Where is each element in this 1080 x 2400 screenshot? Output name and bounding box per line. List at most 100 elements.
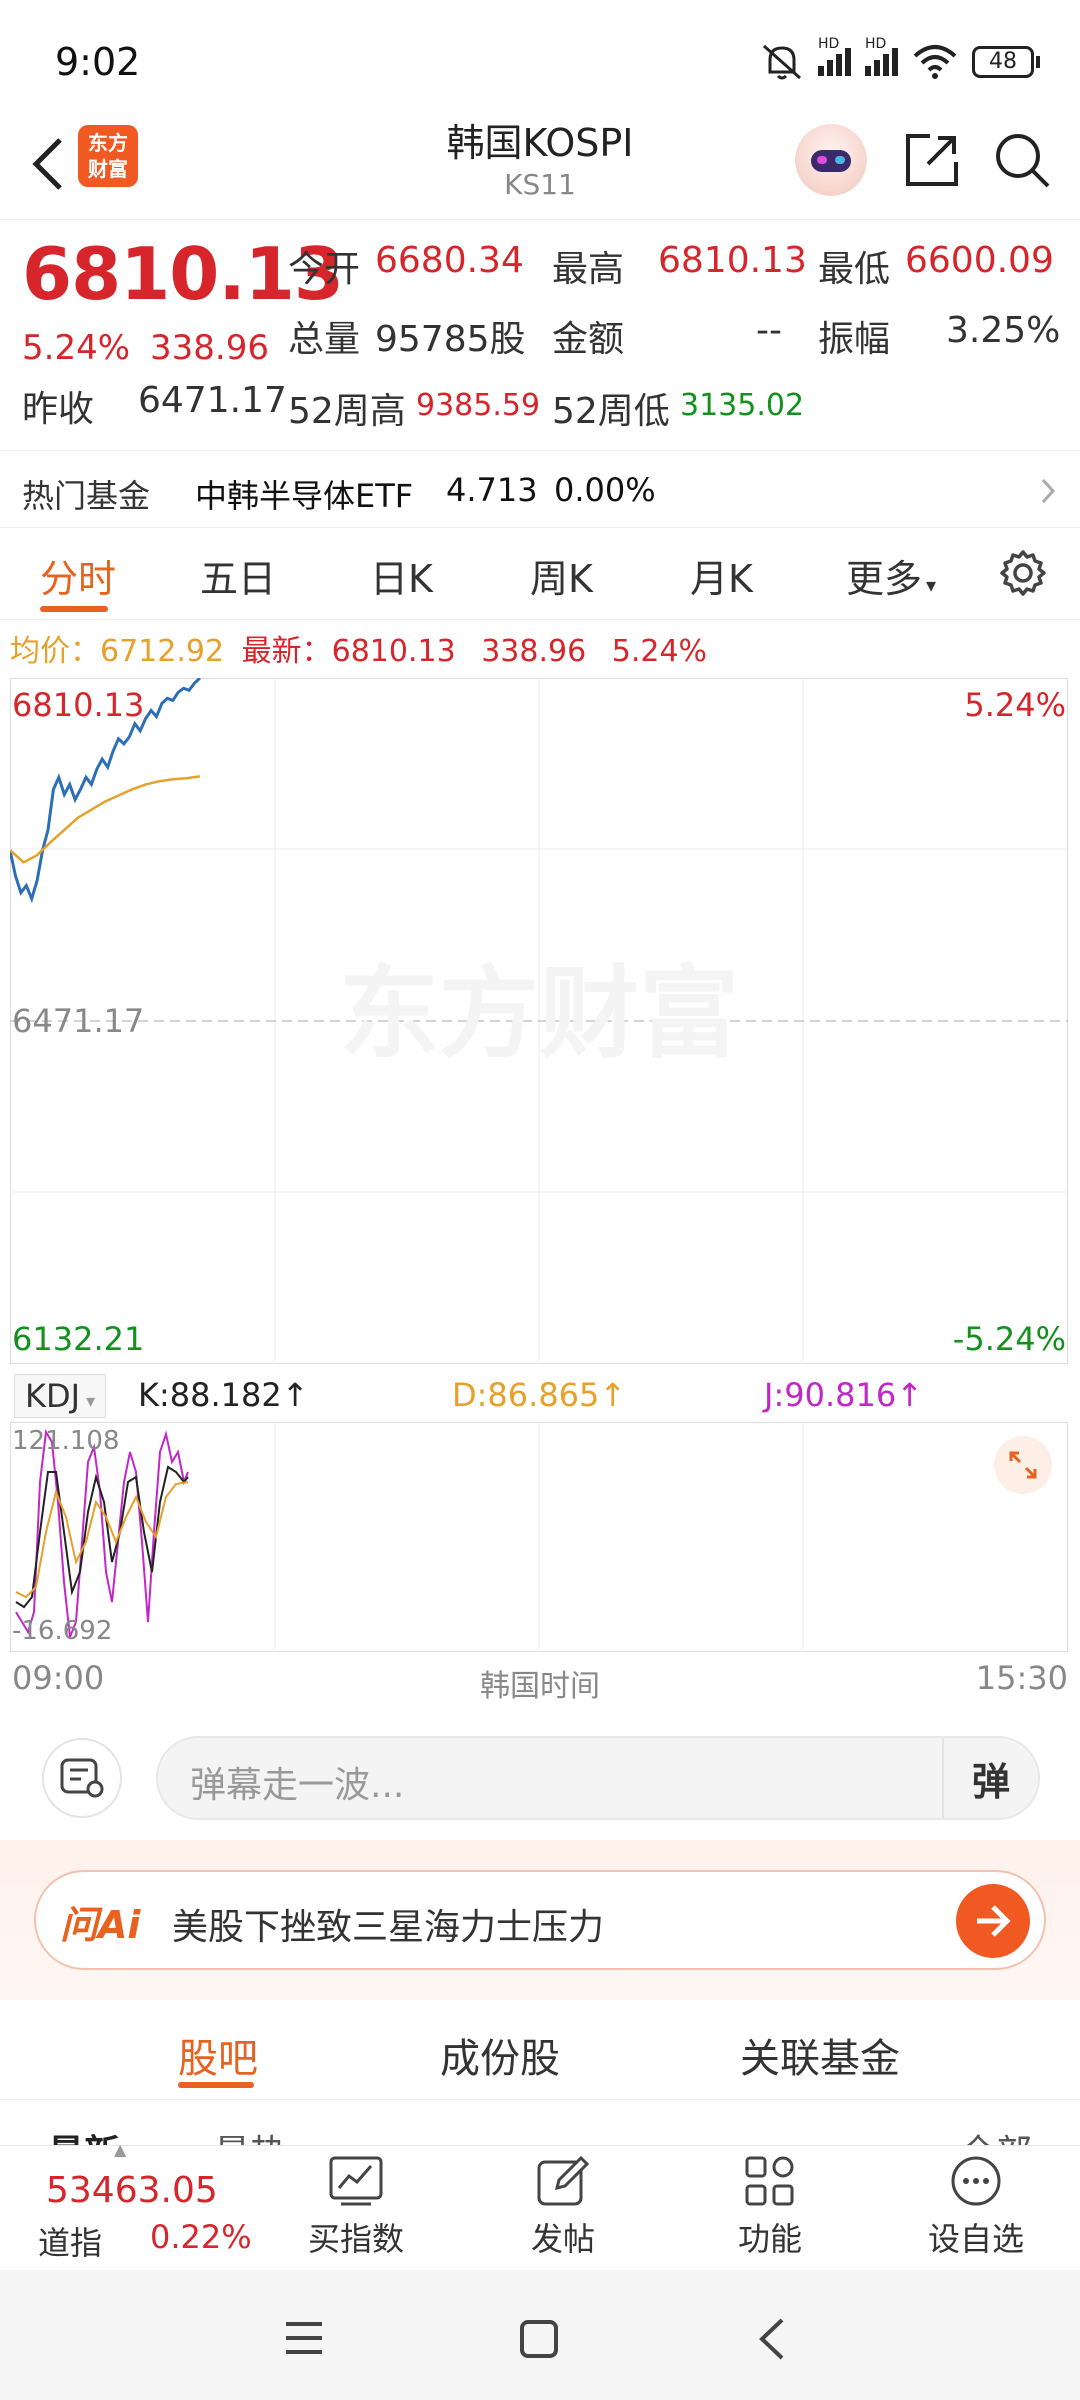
watermark: 东方财富 xyxy=(339,955,739,1072)
avg-label: 均价： xyxy=(10,634,100,669)
caret-down-icon: ▾ xyxy=(926,573,937,597)
kdj-selector[interactable]: KDJ ▾ xyxy=(14,1374,107,1418)
battery-icon: 48 xyxy=(972,46,1040,78)
danmaku-toggle-button[interactable]: 弹 xyxy=(942,1738,1038,1818)
danmaku-list-icon xyxy=(60,1758,104,1798)
prev-close-value: 6471.17 xyxy=(138,380,287,421)
hot-fund-row[interactable]: 热门基金 中韩半导体ETF 4.713 0.00% xyxy=(0,450,1080,528)
buy-index-button[interactable]: 买指数 xyxy=(296,2154,416,2260)
tab-constituents[interactable]: 成份股 xyxy=(440,2026,560,2084)
kdj-chart[interactable]: 121.108 -16.692 xyxy=(10,1422,1068,1652)
tab-weekly-k[interactable]: 周K xyxy=(530,548,593,603)
hot-fund-price: 4.713 xyxy=(446,471,538,509)
kdj-k-value: K:88.182↑ xyxy=(138,1376,309,1414)
caret-down-icon: ▾ xyxy=(86,1391,96,1412)
time-zone-label: 韩国时间 xyxy=(480,1669,600,1704)
time-axis: 09:00 韩国时间 15:30 xyxy=(0,1655,1080,1705)
intraday-chart[interactable]: 东方财富 6810.13 5.24% 6471.17 6132.21 -5.24… xyxy=(8,676,1068,1364)
settings-icon[interactable] xyxy=(998,548,1048,598)
nav-back-icon[interactable] xyxy=(756,2316,786,2362)
share-button[interactable] xyxy=(900,128,964,192)
chart-bottom-right-label: -5.24% xyxy=(952,1320,1066,1358)
ai-prompt-text: 美股下挫致三星海力士压力 xyxy=(172,1907,605,1948)
avg-value: 6712.92 xyxy=(100,634,225,669)
section-tab-indicator xyxy=(178,2082,254,2088)
open-label: 今开 xyxy=(288,249,361,290)
chart-info-line: 均价：6712.92 最新：6810.13 338.96 5.24% xyxy=(10,626,707,670)
more-circle-icon xyxy=(951,2156,1001,2206)
add-watchlist-button[interactable]: 设自选 xyxy=(916,2154,1036,2260)
hot-fund-name: 中韩半导体ETF xyxy=(195,477,414,515)
caret-up-icon: ▲ xyxy=(114,2140,127,2159)
low-value: 6600.09 xyxy=(905,240,1054,281)
chart-mid-label: 6471.17 xyxy=(12,1002,145,1040)
status-time: 9:02 xyxy=(55,40,141,84)
ai-question-bar[interactable]: 问Ai 美股下挫致三星海力士压力 xyxy=(34,1870,1046,1970)
mute-icon xyxy=(763,44,801,80)
share-icon xyxy=(906,134,958,186)
chart-bottom-left-label: 6132.21 xyxy=(12,1320,145,1358)
active-tab-indicator xyxy=(40,606,108,612)
volume-value: 95785股 xyxy=(375,319,526,360)
post-button[interactable]: 发帖 xyxy=(503,2154,623,2260)
tab-more[interactable]: 更多 ▾ xyxy=(846,548,936,603)
ai-go-button[interactable] xyxy=(956,1884,1030,1958)
menu-icon[interactable] xyxy=(282,2320,326,2356)
wifi-icon xyxy=(913,45,957,79)
tab-intraday[interactable]: 分时 xyxy=(40,548,116,603)
chart-top-right-label: 5.24% xyxy=(964,686,1066,724)
signal-icon-1: HD xyxy=(818,36,851,76)
tab-stock-forum[interactable]: 股吧 xyxy=(178,2026,258,2084)
chevron-right-icon xyxy=(1041,478,1056,504)
ticker-name: 道指 xyxy=(38,2224,103,2262)
danmaku-row: 弹幕走一波... 弹 xyxy=(0,1710,1080,1840)
quote-panel: 6810.13 5.24% 338.96 昨收 6471.17 今开 6680.… xyxy=(0,222,1080,450)
status-icons: HD HD 48 xyxy=(760,36,1040,82)
ai-banner: 问Ai 美股下挫致三星海力士压力 xyxy=(0,1840,1080,2000)
search-icon xyxy=(996,134,1050,188)
latest-pct: 5.24% xyxy=(611,634,708,669)
home-icon[interactable] xyxy=(518,2318,560,2360)
tab-monthly-k[interactable]: 月K xyxy=(690,548,753,603)
tab-five-day[interactable]: 五日 xyxy=(200,548,276,603)
index-ticker[interactable]: ▲ 53463.05 道指 0.22% xyxy=(0,2140,290,2271)
kdj-j-line xyxy=(15,1428,189,1638)
ticker-pct: 0.22% xyxy=(150,2218,252,2256)
apps-grid-icon xyxy=(745,2156,794,2206)
arrow-up-icon: ↑ xyxy=(896,1376,923,1414)
search-button[interactable] xyxy=(990,128,1054,192)
open-value: 6680.34 xyxy=(375,240,524,281)
ticker-price: 53463.05 xyxy=(46,2170,218,2211)
kdj-j-value: J:90.816↑ xyxy=(764,1376,923,1414)
edit-icon xyxy=(537,2155,590,2206)
high-label: 最高 xyxy=(552,249,625,290)
danmaku-list-button[interactable] xyxy=(42,1738,122,1818)
amplitude-label: 振幅 xyxy=(818,319,891,360)
system-nav-bar xyxy=(0,2270,1080,2400)
robot-icon xyxy=(811,150,851,172)
kdj-indicator-bar: KDJ ▾ K:88.182↑ D:86.865↑ J:90.816↑ xyxy=(0,1368,1080,1424)
expand-button[interactable] xyxy=(994,1436,1052,1494)
section-tabs: 股吧 成份股 关联基金 xyxy=(0,2000,1080,2100)
arrow-right-icon xyxy=(977,1905,1011,1937)
functions-button[interactable]: 功能 xyxy=(710,2154,830,2260)
signal-icon-2: HD xyxy=(865,36,898,76)
low-label: 最低 xyxy=(818,249,891,290)
assistant-avatar[interactable] xyxy=(795,124,867,196)
latest-change: 338.96 xyxy=(481,634,587,669)
arrow-up-icon: ↑ xyxy=(281,1376,309,1414)
kdj-min-label: -16.692 xyxy=(12,1616,113,1646)
tab-related-funds[interactable]: 关联基金 xyxy=(740,2026,900,2084)
bottom-toolbar: ▲ 53463.05 道指 0.22% 买指数 发帖 功能 设自选 xyxy=(0,2140,1080,2271)
high-value: 6810.13 xyxy=(658,240,807,281)
amount-value: -- xyxy=(756,310,782,351)
kdj-d-line xyxy=(15,1481,189,1599)
hot-fund-label: 热门基金 xyxy=(22,477,151,515)
change-percent: 5.24% xyxy=(22,328,131,368)
latest-value: 6810.13 xyxy=(331,634,456,669)
kdj-max-label: 121.108 xyxy=(12,1426,120,1456)
status-bar: 9:02 HD HD 48 xyxy=(0,0,1080,110)
tab-daily-k[interactable]: 日K xyxy=(370,548,433,603)
danmaku-input[interactable]: 弹幕走一波... 弹 xyxy=(156,1736,1040,1820)
time-end: 15:30 xyxy=(975,1659,1068,1697)
